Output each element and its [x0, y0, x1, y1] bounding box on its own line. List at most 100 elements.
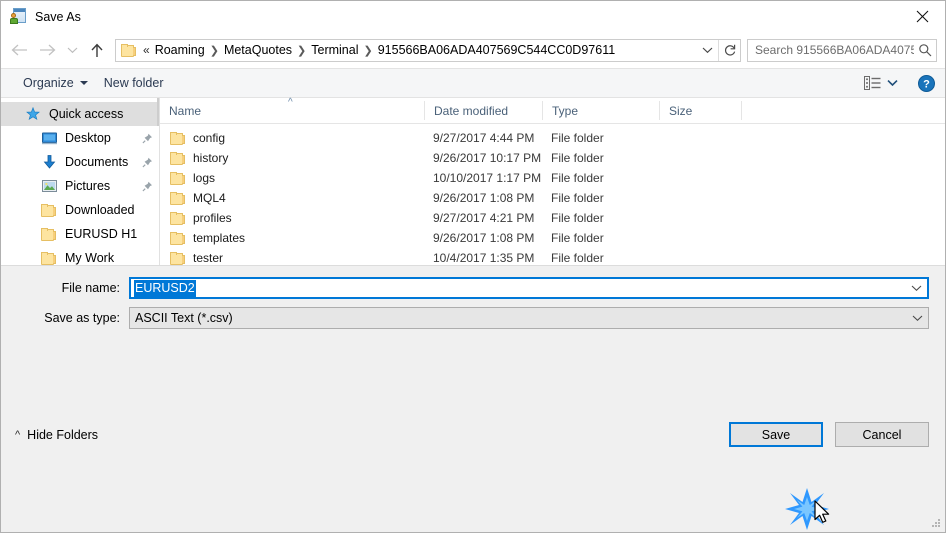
search-box[interactable]: Search 915566BA06ADA40756...: [747, 38, 937, 62]
save-button[interactable]: Save: [729, 422, 823, 447]
recent-locations-button[interactable]: [61, 36, 83, 64]
folder-icon: [39, 227, 59, 241]
sidebar-item-pictures[interactable]: Pictures: [1, 174, 159, 198]
breadcrumb-item-terminal-guid[interactable]: 915566BA06ADA407569C544CC0D97611: [375, 41, 618, 59]
breadcrumb-separator-icon: ❯: [297, 44, 307, 57]
sidebar-item-my-work[interactable]: My Work: [1, 246, 159, 265]
cancel-button[interactable]: Cancel: [835, 422, 929, 447]
sort-ascending-icon: ^: [288, 97, 293, 108]
breadcrumb-overflow-icon[interactable]: «: [141, 43, 152, 57]
sidebar-item-desktop[interactable]: Desktop: [1, 126, 159, 150]
file-date-cell: 9/26/2017 1:08 PM: [433, 191, 535, 205]
view-layout-button[interactable]: [858, 73, 904, 93]
save-as-type-row: Save as type: ASCII Text (*.csv): [17, 307, 929, 329]
chevron-down-icon: [702, 47, 712, 54]
recent-locations-chevron-icon: [67, 47, 77, 54]
sidebar-splitter-grip[interactable]: [157, 98, 159, 126]
view-layout-icon: [864, 76, 881, 90]
chevron-down-icon: [911, 285, 921, 292]
file-type-cell: File folder: [551, 191, 604, 205]
refresh-button[interactable]: [718, 39, 740, 61]
pictures-icon: [39, 180, 59, 192]
help-icon: ?: [918, 74, 935, 92]
breadcrumb-item-terminal[interactable]: Terminal: [308, 41, 361, 59]
back-button[interactable]: [5, 36, 33, 64]
file-name-value: EURUSD2: [134, 279, 196, 297]
file-name-label: logs: [193, 171, 216, 185]
breadcrumb-item-roaming[interactable]: Roaming: [152, 41, 208, 59]
documents-arrow-icon: [39, 155, 59, 169]
search-icon: [914, 43, 936, 57]
folder-icon: [170, 151, 186, 165]
file-name-label: profiles: [193, 211, 232, 225]
file-name-dropdown-button[interactable]: [905, 284, 927, 292]
file-name-input[interactable]: EURUSD2: [129, 277, 929, 299]
sidebar-item-label: Pictures: [65, 179, 111, 193]
sidebar-item-quick-access[interactable]: Quick access: [1, 102, 159, 126]
file-type-cell: File folder: [551, 131, 604, 145]
search-input[interactable]: Search 915566BA06ADA40756...: [748, 43, 914, 57]
forward-button[interactable]: [33, 36, 61, 64]
breadcrumb-item-metaquotes[interactable]: MetaQuotes: [221, 41, 295, 59]
table-row[interactable]: config 9/27/2017 4:44 PM File folder: [160, 128, 945, 148]
new-folder-button[interactable]: New folder: [96, 73, 172, 93]
table-row[interactable]: templates 9/26/2017 1:08 PM File folder: [160, 228, 945, 248]
file-name-label: MQL4: [193, 191, 226, 205]
file-date-cell: 9/27/2017 4:44 PM: [433, 131, 535, 145]
folder-icon: [170, 191, 186, 205]
table-row[interactable]: tester 10/4/2017 1:35 PM File folder: [160, 248, 945, 265]
table-row[interactable]: profiles 9/27/2017 4:21 PM File folder: [160, 208, 945, 228]
help-button[interactable]: ?: [918, 74, 935, 92]
resize-grip[interactable]: [931, 519, 941, 529]
toolbar: Organize New folder ?: [1, 68, 945, 98]
column-header-date-modified[interactable]: Date modified: [424, 101, 542, 120]
file-name-cell: history: [160, 151, 424, 165]
chevron-down-icon: [912, 315, 922, 322]
save-as-type-dropdown-button[interactable]: [906, 314, 928, 322]
address-folder-icon: [121, 43, 137, 57]
breadcrumb: « Roaming ❯ MetaQuotes ❯ Terminal ❯ 9155…: [141, 41, 696, 59]
table-row[interactable]: MQL4 9/26/2017 1:08 PM File folder: [160, 188, 945, 208]
organize-button[interactable]: Organize: [15, 73, 96, 93]
chevron-down-icon: [79, 81, 88, 85]
up-button[interactable]: [83, 36, 111, 64]
save-as-type-select[interactable]: ASCII Text (*.csv): [129, 307, 929, 329]
organize-label: Organize: [23, 76, 74, 90]
hide-folders-button[interactable]: ^ Hide Folders: [15, 428, 98, 442]
up-arrow-icon: [91, 43, 103, 57]
pin-icon[interactable]: [142, 157, 153, 168]
file-type-cell: File folder: [551, 211, 604, 225]
file-rows: config 9/27/2017 4:44 PM File folder his…: [160, 124, 945, 265]
back-arrow-icon: [11, 44, 27, 56]
file-type-cell: File folder: [551, 231, 604, 245]
file-name-cell: profiles: [160, 211, 424, 225]
quick-access-star-icon: [23, 107, 43, 121]
sidebar-item-eurusd-h1[interactable]: EURUSD H1: [1, 222, 159, 246]
svg-text:?: ?: [923, 78, 930, 90]
desktop-icon: [39, 132, 59, 145]
close-icon: [916, 10, 928, 22]
sidebar-item-label: My Work: [65, 251, 115, 265]
folder-icon: [39, 251, 59, 265]
column-header-type[interactable]: Type: [542, 101, 659, 120]
file-type-cell: File folder: [551, 151, 604, 165]
address-dropdown-button[interactable]: [696, 40, 718, 61]
table-row[interactable]: history 9/26/2017 10:17 PM File folder: [160, 148, 945, 168]
sidebar-item-documents[interactable]: Documents: [1, 150, 159, 174]
pin-icon[interactable]: [142, 181, 153, 192]
hide-folders-label: Hide Folders: [27, 427, 99, 442]
column-header-size[interactable]: Size: [659, 101, 741, 120]
file-date-cell: 9/26/2017 1:08 PM: [433, 231, 535, 245]
file-type-cell: File folder: [551, 251, 604, 265]
refresh-icon: [724, 44, 735, 56]
navigation-bar: « Roaming ❯ MetaQuotes ❯ Terminal ❯ 9155…: [1, 32, 945, 68]
chevron-down-icon: [887, 80, 898, 87]
table-row[interactable]: logs 10/10/2017 1:17 PM File folder: [160, 168, 945, 188]
file-date-cell: 10/4/2017 1:35 PM: [433, 251, 535, 265]
close-button[interactable]: [899, 1, 945, 31]
address-bar[interactable]: « Roaming ❯ MetaQuotes ❯ Terminal ❯ 9155…: [115, 38, 741, 62]
chevron-up-icon: ^: [15, 428, 21, 441]
sidebar-item-downloaded[interactable]: Downloaded: [1, 198, 159, 222]
pin-icon[interactable]: [142, 133, 153, 144]
window-title: Save As: [35, 9, 81, 24]
